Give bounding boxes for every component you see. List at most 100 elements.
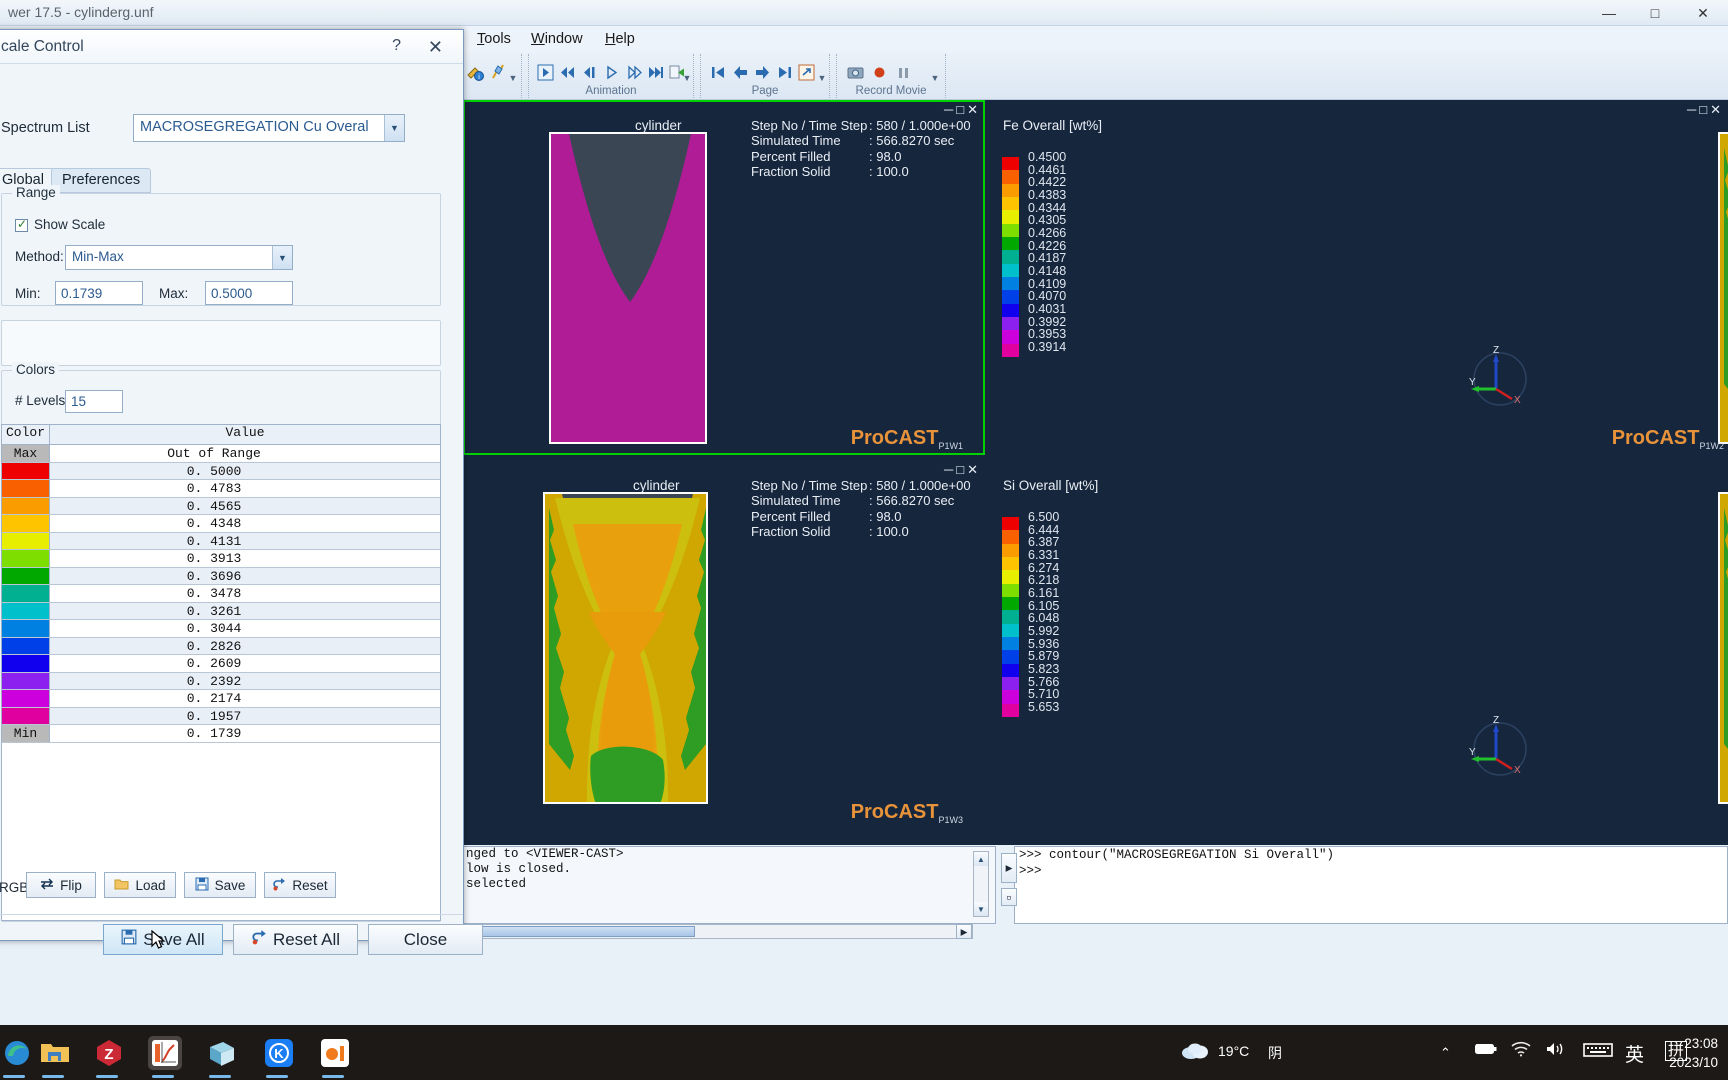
first-frame-icon[interactable]	[534, 61, 556, 83]
console-output-right[interactable]: >>> contour("MACROSEGREGATION Si Overall…	[1014, 846, 1728, 924]
color-swatch[interactable]	[2, 620, 50, 637]
orientation-triad-p1w2[interactable]: Z Y X	[1468, 345, 1528, 406]
edge-icon[interactable]	[0, 1036, 34, 1070]
color-table-row[interactable]: 0. 2826	[2, 637, 440, 655]
tab-preferences[interactable]: Preferences	[51, 168, 152, 193]
levels-input[interactable]	[65, 390, 123, 413]
record-overflow-chevron-icon[interactable]: ▼	[929, 72, 941, 84]
photo-icon[interactable]	[318, 1036, 352, 1070]
color-table-row[interactable]: 0. 3913	[2, 550, 440, 568]
kuaishou-icon[interactable]: K	[262, 1036, 296, 1070]
color-swatch[interactable]	[2, 585, 50, 602]
load-button[interactable]: Load	[104, 872, 176, 898]
keyboard-icon[interactable]	[1583, 1042, 1613, 1061]
record-icon[interactable]	[868, 61, 890, 83]
color-table-row[interactable]: Min 0. 1739	[2, 725, 440, 743]
page-last-icon[interactable]	[773, 61, 795, 83]
play-icon[interactable]	[600, 61, 622, 83]
save-button[interactable]: Save	[184, 872, 256, 898]
node-info-icon[interactable]: i	[464, 61, 486, 83]
reset-all-button[interactable]: Reset All	[233, 924, 358, 955]
hscroll-thumb[interactable]	[465, 926, 695, 937]
save-all-button[interactable]: Save All	[103, 924, 223, 955]
viewport-controls-p1w1[interactable]: ─□✕	[944, 102, 981, 118]
page-popout-icon[interactable]	[795, 61, 817, 83]
color-swatch[interactable]	[2, 497, 50, 514]
color-table-row[interactable]: 0. 5000	[2, 462, 440, 480]
weather-condition[interactable]: 阴	[1268, 1043, 1282, 1063]
chevron-up-icon[interactable]: ⌃	[1440, 1045, 1451, 1061]
window-minimize-icon[interactable]: —	[1586, 0, 1632, 26]
window-close-icon[interactable]: ✕	[1680, 0, 1726, 26]
color-swatch[interactable]	[2, 515, 50, 532]
method-combo[interactable]: Min-Max ▼	[65, 245, 293, 270]
color-swatch[interactable]	[2, 567, 50, 584]
reset-button[interactable]: Reset	[264, 872, 336, 898]
color-swatch[interactable]	[2, 655, 50, 672]
color-edge-label[interactable]: Min	[2, 725, 50, 742]
color-table-row[interactable]: 0. 3478	[2, 585, 440, 603]
taskbar-clock[interactable]: 23:08 2023/10	[1669, 1034, 1718, 1072]
color-table-row[interactable]: 0. 3261	[2, 602, 440, 620]
viewport-p1w3[interactable]: ─□✕ cylinder Step No / Time Step: 580 / …	[463, 460, 985, 845]
color-swatch[interactable]	[2, 672, 50, 689]
page-overflow-chevron-icon[interactable]: ▼	[816, 72, 828, 84]
close-button[interactable]: Close	[368, 924, 483, 955]
page-first-icon[interactable]	[707, 61, 729, 83]
orientation-triad-p1w4[interactable]: Z Y X	[1468, 715, 1528, 776]
scroll-down-icon[interactable]: ▼	[974, 902, 988, 916]
snapshot-icon[interactable]	[844, 61, 866, 83]
color-edge-label[interactable]: Max	[2, 445, 50, 462]
chevron-down-icon[interactable]: ▼	[272, 246, 292, 269]
color-swatch[interactable]	[2, 462, 50, 479]
console-left-hscrollbar[interactable]	[463, 924, 973, 939]
console-output-left[interactable]: nged to <VIEWER-CAST> low is closed. sel…	[463, 846, 996, 924]
color-table-row[interactable]: 0. 4131	[2, 532, 440, 550]
console-left-scroll-right-button[interactable]: ▸	[956, 924, 972, 939]
color-table-row[interactable]: 0. 4565	[2, 497, 440, 515]
step-forward-icon[interactable]	[622, 61, 644, 83]
dialog-close-icon[interactable]: ✕	[428, 37, 443, 58]
show-scale-checkbox[interactable]	[15, 217, 28, 232]
color-swatch[interactable]	[2, 637, 50, 654]
color-swatch[interactable]	[2, 690, 50, 707]
step-back-icon[interactable]	[578, 61, 600, 83]
pause-icon[interactable]	[892, 61, 914, 83]
menu-help[interactable]: Help	[598, 29, 642, 49]
color-table-row[interactable]: 0. 4783	[2, 480, 440, 498]
color-swatch[interactable]	[2, 550, 50, 567]
battery-icon[interactable]	[1472, 1041, 1498, 1060]
viewport-p1w1[interactable]: ─□✕ cylinder Step No / Time Step: 580 / …	[463, 100, 985, 455]
flip-button[interactable]: Flip	[26, 872, 96, 898]
window-maximize-icon[interactable]: □	[1632, 0, 1678, 26]
viewport-controls-p1w3[interactable]: ─□✕	[944, 462, 981, 478]
cloud-icon[interactable]	[1180, 1039, 1210, 1064]
color-table-row[interactable]: 0. 2609	[2, 655, 440, 673]
color-table-row[interactable]: 0. 4348	[2, 515, 440, 533]
file-explorer-icon[interactable]	[38, 1036, 72, 1070]
page-prev-icon[interactable]	[729, 61, 751, 83]
console-right-expand-button[interactable]: ▸	[1001, 853, 1017, 883]
min-input[interactable]	[55, 281, 143, 305]
color-table-row[interactable]: 0. 1957	[2, 707, 440, 725]
page-next-icon[interactable]	[751, 61, 773, 83]
wifi-icon[interactable]	[1510, 1041, 1532, 1060]
notes-icon[interactable]	[205, 1036, 239, 1070]
color-table-row[interactable]: 0. 2392	[2, 672, 440, 690]
console-left-vscrollbar[interactable]: ▲ ▼	[973, 851, 989, 917]
weather-temp[interactable]: 19°C	[1218, 1043, 1249, 1059]
menu-tools[interactable]: TToolsools	[470, 29, 518, 49]
viewport-p1w4[interactable]: Si Overall [wt%] 6.500 6.444 6.387 6.331 6.2…	[990, 460, 1728, 845]
console-right-pane-button[interactable]: ▫	[1001, 888, 1017, 906]
max-input[interactable]	[205, 281, 293, 305]
fast-forward-icon[interactable]	[644, 61, 666, 83]
color-table-row[interactable]: 0. 3696	[2, 567, 440, 585]
rewind-icon[interactable]	[556, 61, 578, 83]
menu-window[interactable]: Window	[524, 29, 590, 49]
viewport-controls-p1w2[interactable]: ─□✕	[1687, 102, 1724, 118]
ime-language-indicator[interactable]: 英	[1625, 1040, 1644, 1067]
color-table-row[interactable]: 0. 3044	[2, 620, 440, 638]
color-swatch[interactable]	[2, 707, 50, 724]
procast-icon[interactable]	[148, 1036, 182, 1070]
color-swatch[interactable]	[2, 532, 50, 549]
